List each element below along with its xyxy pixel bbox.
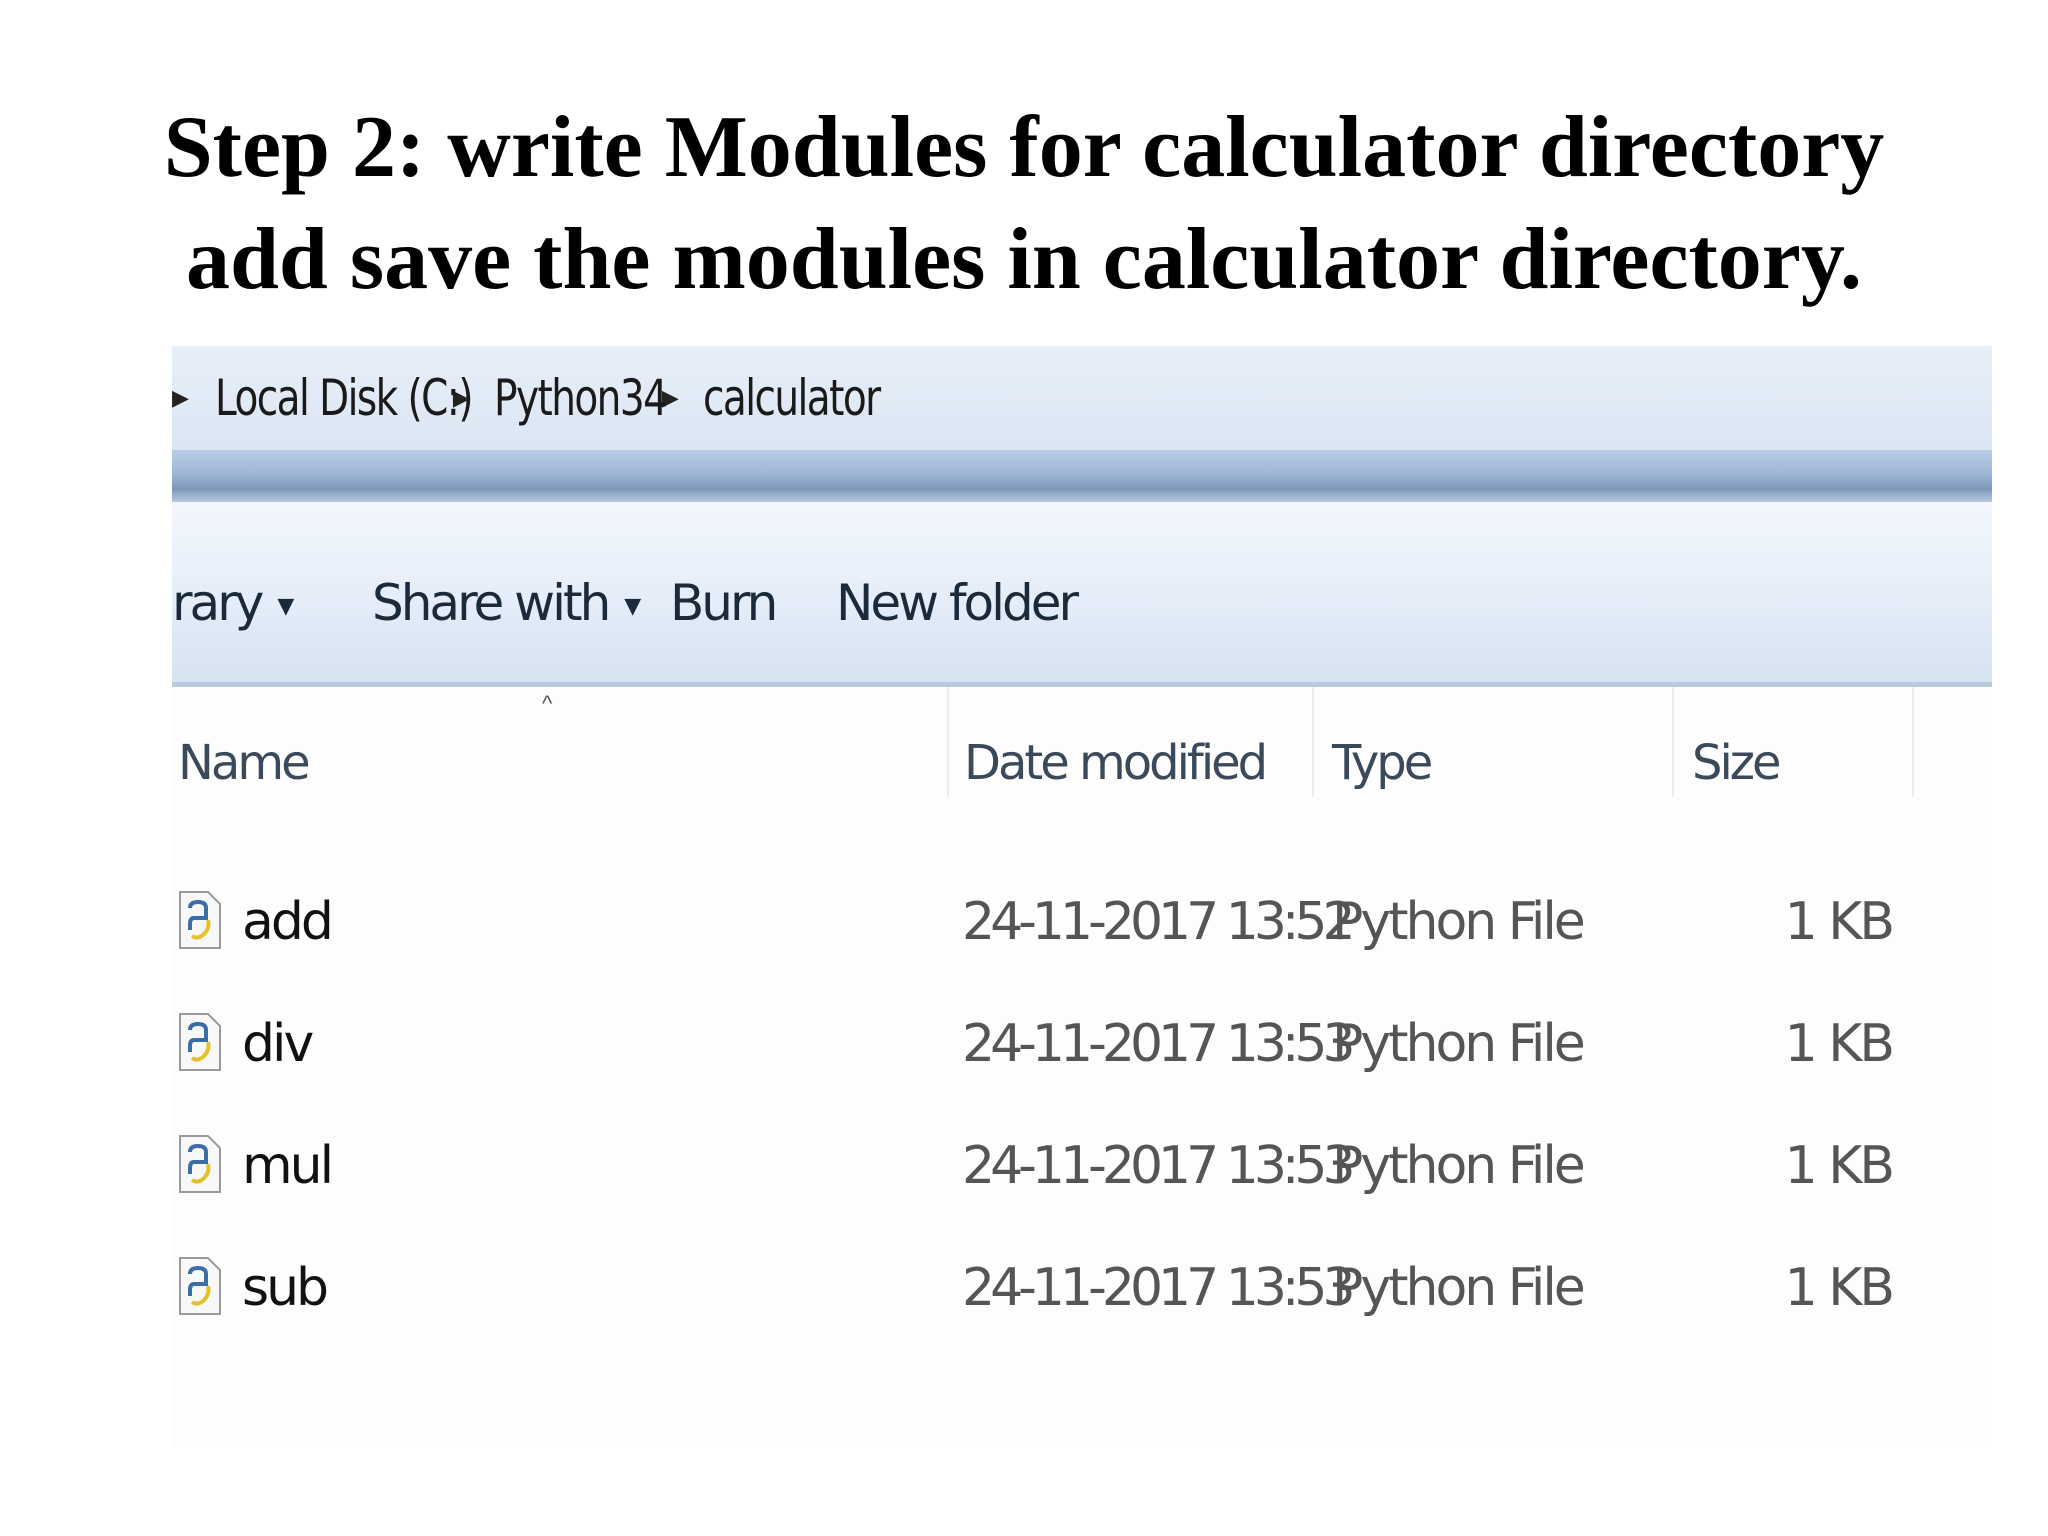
breadcrumb-local-disk[interactable]: Local Disk (C:) xyxy=(215,369,474,427)
slide-title: Step 2: write Modules for calculator dir… xyxy=(0,92,2048,316)
python-file-icon xyxy=(179,1257,221,1315)
library-label: rary xyxy=(172,574,264,632)
burn-button[interactable]: Burn xyxy=(670,574,778,632)
column-header-name[interactable]: Name xyxy=(178,735,311,791)
column-divider[interactable] xyxy=(1672,687,1674,797)
column-header-type[interactable]: Type xyxy=(1332,735,1433,791)
command-toolbar: rary ▼ Share with ▼ Burn New folder xyxy=(172,502,1992,687)
address-toolbar-divider xyxy=(172,450,1992,502)
python-file-icon xyxy=(179,1135,221,1193)
chevron-right-icon[interactable]: ▶ xyxy=(172,386,189,411)
file-size: 1 KB xyxy=(1784,1136,1895,1196)
file-row-div[interactable]: div 24-11-2017 13:53 Python File 1 KB xyxy=(172,998,1992,1120)
file-name: div xyxy=(242,1014,314,1074)
file-date-modified: 24-11-2017 13:53 xyxy=(962,1258,1356,1318)
share-with-button[interactable]: Share with ▼ xyxy=(372,574,641,632)
column-header-row: ^ Name Date modified Type Size xyxy=(172,687,1992,827)
file-size: 1 KB xyxy=(1784,1258,1895,1318)
python-file-icon xyxy=(179,1013,221,1071)
caret-down-icon: ▼ xyxy=(277,594,295,619)
file-list: add 24-11-2017 13:52 Python File 1 KB di… xyxy=(172,876,1992,1364)
column-divider[interactable] xyxy=(947,687,949,797)
new-folder-button[interactable]: New folder xyxy=(836,574,1079,632)
column-divider[interactable] xyxy=(1912,687,1914,797)
breadcrumb-calculator[interactable]: calculator xyxy=(703,369,881,427)
slide-title-line-1: Step 2: write Modules for calculator dir… xyxy=(163,99,1885,196)
file-type: Python File xyxy=(1332,892,1586,952)
file-type: Python File xyxy=(1332,1014,1586,1074)
file-row-mul[interactable]: mul 24-11-2017 13:53 Python File 1 KB xyxy=(172,1120,1992,1242)
file-date-modified: 24-11-2017 13:53 xyxy=(962,1136,1356,1196)
file-name: sub xyxy=(242,1258,329,1318)
file-name: add xyxy=(242,892,334,952)
file-name: mul xyxy=(242,1136,334,1196)
caret-down-icon: ▼ xyxy=(624,594,642,619)
sort-up-icon: ^ xyxy=(542,691,553,716)
file-type: Python File xyxy=(1332,1258,1586,1318)
file-explorer-window: ▶ Local Disk (C:) ▶ Python34 ▶ calculato… xyxy=(172,346,1992,1446)
file-row-sub[interactable]: sub 24-11-2017 13:53 Python File 1 KB xyxy=(172,1242,1992,1364)
column-header-size[interactable]: Size xyxy=(1692,735,1782,791)
column-divider[interactable] xyxy=(1312,687,1314,797)
share-with-label: Share with xyxy=(372,574,611,632)
file-type: Python File xyxy=(1332,1136,1586,1196)
include-in-library-button[interactable]: rary ▼ xyxy=(172,574,294,632)
address-bar[interactable]: ▶ Local Disk (C:) ▶ Python34 ▶ calculato… xyxy=(172,346,1992,450)
file-date-modified: 24-11-2017 13:52 xyxy=(962,892,1356,952)
file-row-add[interactable]: add 24-11-2017 13:52 Python File 1 KB xyxy=(172,876,1992,998)
breadcrumb-python34[interactable]: Python34 xyxy=(494,369,668,427)
column-header-date-modified[interactable]: Date modified xyxy=(964,735,1268,791)
slide-title-line-2: add save the modules in calculator direc… xyxy=(185,211,1863,308)
file-size: 1 KB xyxy=(1784,892,1895,952)
file-size: 1 KB xyxy=(1784,1014,1895,1074)
python-file-icon xyxy=(179,891,221,949)
file-date-modified: 24-11-2017 13:53 xyxy=(962,1014,1356,1074)
